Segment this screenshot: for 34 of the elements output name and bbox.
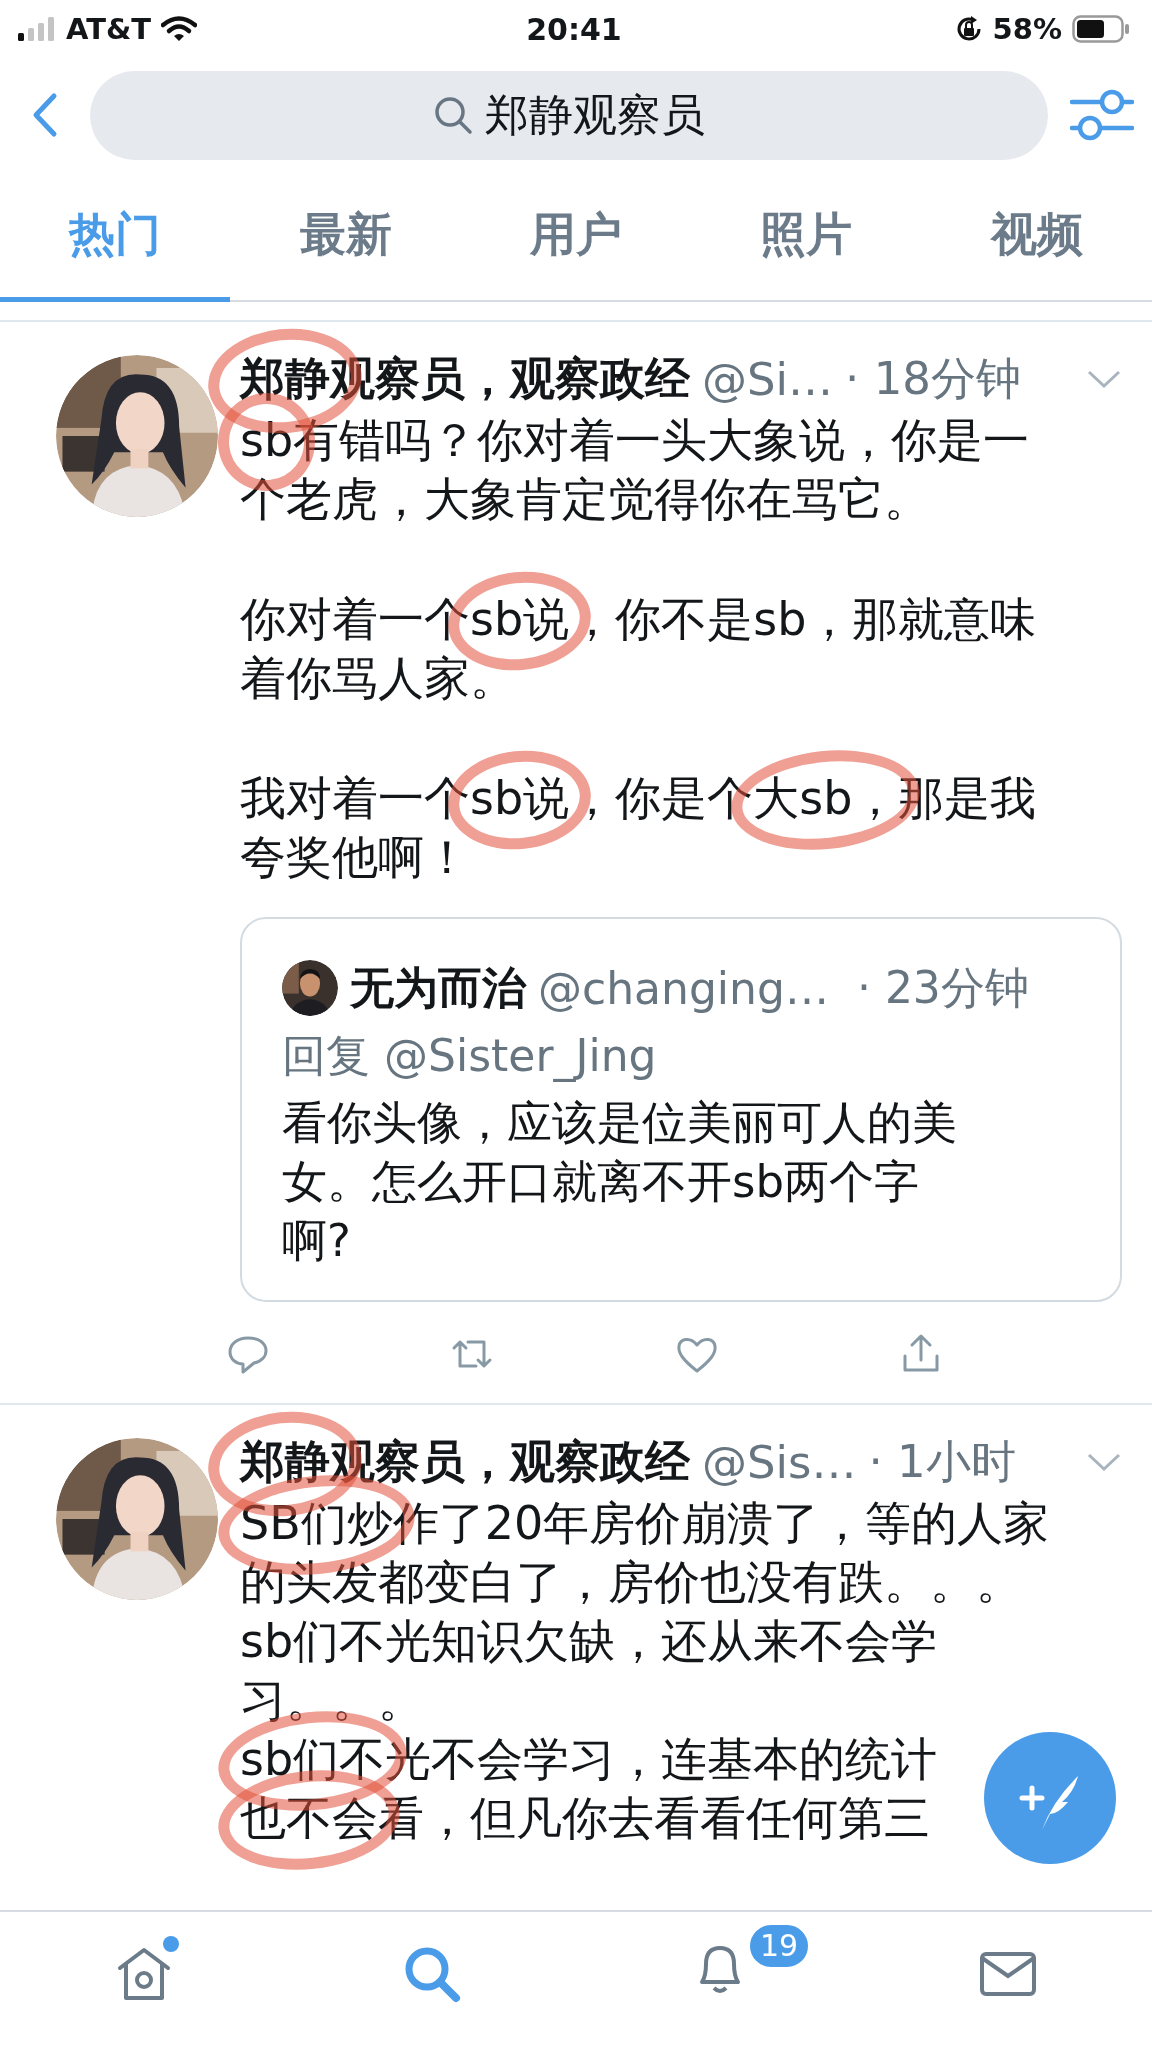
reply-to-text: 回复 @Sister_Jing	[282, 1029, 658, 1084]
author-name[interactable]: 郑静观察员，观察政经	[240, 349, 690, 409]
chevron-down-icon[interactable]	[1086, 368, 1122, 390]
battery-percent: 58%	[992, 12, 1062, 46]
tab[interactable]: 最新	[230, 172, 461, 302]
post-text: SB们炒作了20年房价崩溃了，等的人家 的头发都变白了，房价也没有跌。。。 sb们不光知识欠缺，还从来不会学 习。。。 sb们不光不会学习，连基本的统计 也不会看，但凡你去看看任何第三	[240, 1495, 1050, 1847]
search-icon	[433, 95, 473, 135]
post-text: 看你头像，应该是位美丽可人的美 女。怎么开口就离不开sb两个字 啊?	[282, 1095, 958, 1269]
post-text: 你对着一个sb说，你不是sb，那就意味 着你骂人家。	[240, 591, 1037, 707]
post-text: sb有错吗？你对着一头大象说，你是一 个老虎，大象肯定觉得你在骂它。	[240, 412, 1030, 528]
author-name: 无为而治	[350, 960, 526, 1015]
quoted-post-card[interactable]: 无为而治 @changing… · 23分钟 回复 @Sister_Jing 看你头像，应该是位美丽可人的美 女。怎么开口就离不开sb两个字 啊?	[240, 917, 1122, 1302]
wifi-icon	[161, 16, 198, 42]
clock-time: 20:41	[526, 11, 622, 47]
tab[interactable]: 照片	[691, 172, 922, 302]
author-handle: @Sis…	[702, 1435, 857, 1489]
compose-button[interactable]	[982, 1730, 1118, 1866]
post-text: 我对着一个sb说，你是个大sb，那是我 夸奖他啊！	[240, 770, 1037, 886]
signal-icon	[18, 17, 56, 41]
post-time: · 23分钟	[856, 960, 1029, 1015]
post-time: · 18分钟	[845, 351, 1021, 407]
rotation-lock-icon	[954, 15, 983, 43]
carrier: AT&T	[66, 12, 152, 46]
author-name[interactable]: 郑静观察员，观察政经	[240, 1432, 690, 1492]
tab[interactable]: 热门	[0, 172, 231, 302]
battery-icon	[1072, 15, 1130, 43]
search-field[interactable]: 郑静观察员	[90, 70, 1048, 160]
filter-icon[interactable]	[1070, 87, 1134, 143]
author-handle: @changing…	[538, 962, 829, 1014]
tab[interactable]: 用户	[460, 172, 692, 302]
author-handle: @Si…	[702, 352, 834, 406]
tab[interactable]: 视频	[921, 172, 1152, 302]
chevron-down-icon[interactable]	[1086, 1451, 1122, 1473]
post-time: · 1小时	[868, 1434, 1016, 1490]
